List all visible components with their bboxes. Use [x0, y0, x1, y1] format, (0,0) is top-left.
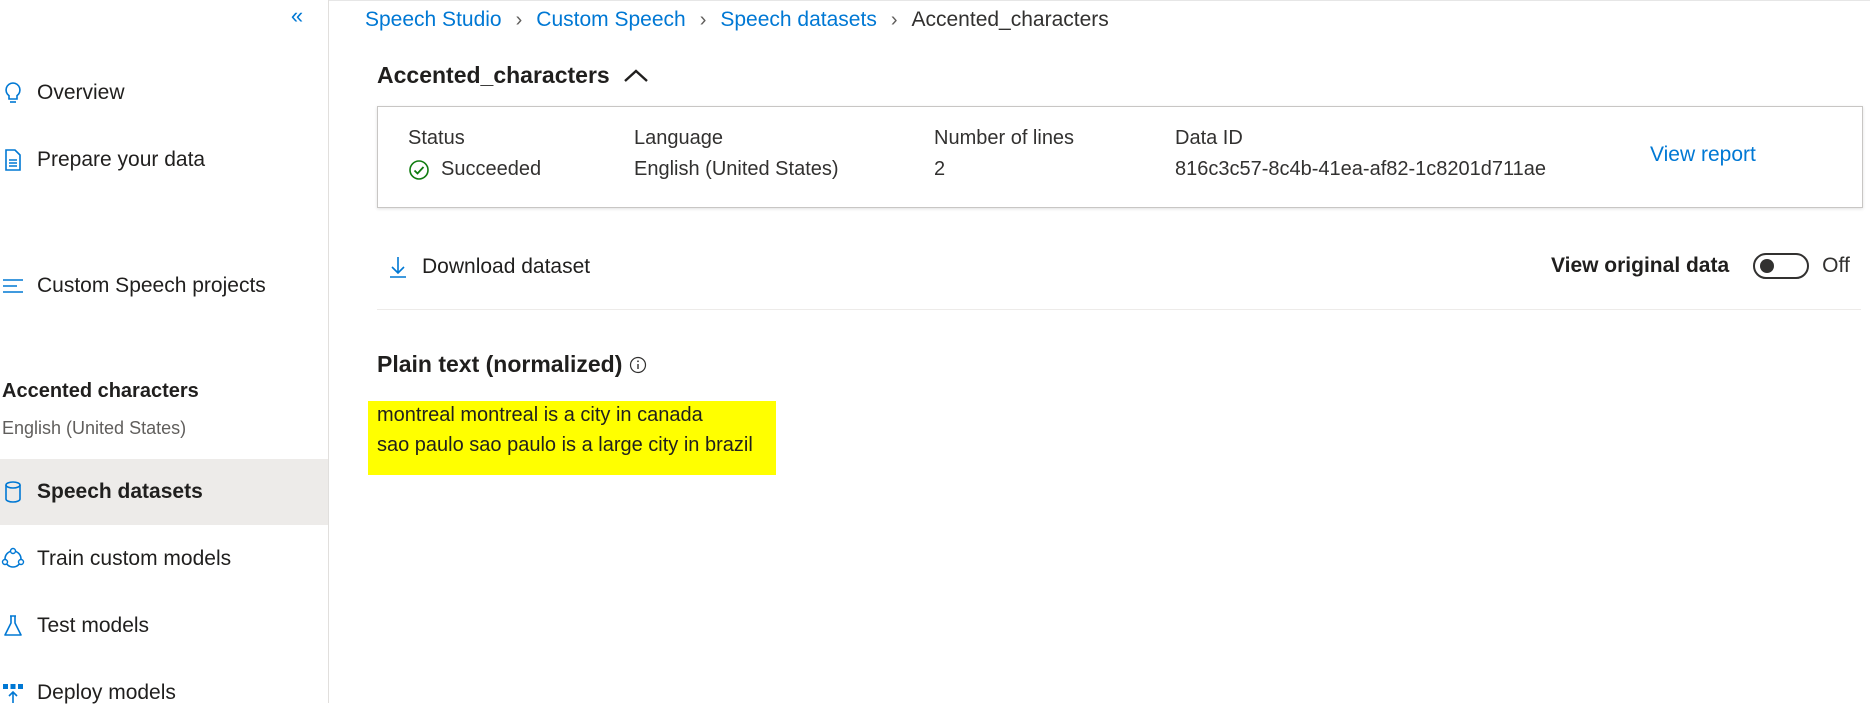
language-label: Language: [634, 127, 723, 149]
sidebar-item-label: Overview: [37, 81, 125, 104]
sidebar-item-label: Speech datasets: [37, 480, 203, 503]
list-icon: [0, 273, 26, 299]
lines-value: 2: [934, 158, 946, 180]
text-line: sao paulo sao paulo is a large city in b…: [377, 434, 753, 456]
view-original-toggle[interactable]: [1753, 253, 1810, 279]
sidebar-item-train-models[interactable]: Train custom models: [0, 526, 328, 592]
download-icon: [390, 257, 406, 278]
section-title: Plain text (normalized): [377, 351, 623, 377]
section-title-row: Plain text (normalized): [377, 351, 647, 378]
sidebar-item-projects[interactable]: Custom Speech projects: [0, 253, 328, 319]
chevron-double-left-icon[interactable]: «: [284, 4, 310, 28]
lines-field: Number of lines 2: [934, 127, 1074, 181]
status-label: Status: [408, 127, 465, 149]
status-field: Status Succeeded: [408, 127, 541, 181]
sidebar-item-label: Train custom models: [37, 547, 232, 570]
chevron-up-icon[interactable]: [622, 66, 650, 86]
chevron-right-icon: ›: [515, 8, 523, 31]
flask-icon: [0, 613, 26, 639]
status-value-row: Succeeded: [408, 158, 541, 181]
download-label: Download dataset: [422, 255, 591, 278]
check-circle-icon: [409, 159, 429, 180]
lines-label: Number of lines: [934, 127, 1075, 149]
model-icon: [0, 546, 26, 572]
breadcrumb-custom-speech[interactable]: Custom Speech: [536, 8, 685, 32]
page-title-row: Accented_characters: [377, 62, 650, 89]
download-dataset-button[interactable]: Download dataset: [388, 255, 590, 279]
sidebar-item-overview[interactable]: Overview: [0, 60, 328, 126]
lightbulb-icon: [0, 80, 26, 106]
view-report-link[interactable]: View report: [1650, 143, 1756, 167]
status-value: Succeeded: [441, 158, 542, 180]
chevron-right-icon: ›: [890, 8, 898, 31]
database-icon: [0, 479, 26, 505]
sidebar-item-speech-datasets[interactable]: Speech datasets: [0, 459, 328, 525]
dataset-info-card: Status Succeeded Language English (Unite…: [377, 106, 1863, 208]
chevron-right-icon: ›: [699, 8, 707, 31]
dataid-field: Data ID 816c3c57-8c4b-41ea-af82-1c8201d7…: [1175, 127, 1546, 181]
dataid-label: Data ID: [1175, 127, 1243, 149]
breadcrumb-current: Accented_characters: [911, 8, 1109, 31]
language-field: Language English (United States): [634, 127, 839, 181]
sidebar-item-label: Custom Speech projects: [37, 274, 266, 297]
toggle-state: Off: [1822, 254, 1850, 277]
breadcrumb: Speech Studio › Custom Speech › Speech d…: [365, 5, 1109, 35]
sidebar-item-label: Deploy models: [37, 681, 176, 704]
dataid-value: 816c3c57-8c4b-41ea-af82-1c8201d711ae: [1175, 158, 1547, 180]
document-icon: [0, 147, 26, 173]
page-title: Accented_characters: [377, 62, 610, 88]
breadcrumb-speech-studio[interactable]: Speech Studio: [365, 8, 502, 32]
sidebar-item-label: Prepare your data: [37, 148, 206, 171]
toggle-label: View original data: [1551, 254, 1730, 277]
info-icon[interactable]: [629, 356, 647, 374]
sidebar: « Overview Prepare your data Custom Spee…: [0, 0, 329, 704]
sidebar-item-test-models[interactable]: Test models: [0, 593, 328, 659]
sidebar-item-prepare-data[interactable]: Prepare your data: [0, 127, 328, 193]
toggle-knob: [1760, 259, 1775, 273]
divider: [377, 309, 1861, 310]
sidebar-item-deploy-models[interactable]: Deploy models: [0, 660, 328, 726]
breadcrumb-speech-datasets[interactable]: Speech datasets: [720, 8, 876, 32]
project-language: English (United States): [2, 418, 187, 438]
project-title: Accented characters: [2, 380, 199, 402]
text-line: montreal montreal is a city in canada: [377, 404, 703, 426]
language-value: English (United States): [634, 158, 839, 180]
deploy-icon: [0, 680, 26, 706]
view-original-toggle-group: View original data Off: [1551, 253, 1850, 279]
sidebar-item-label: Test models: [37, 614, 150, 637]
